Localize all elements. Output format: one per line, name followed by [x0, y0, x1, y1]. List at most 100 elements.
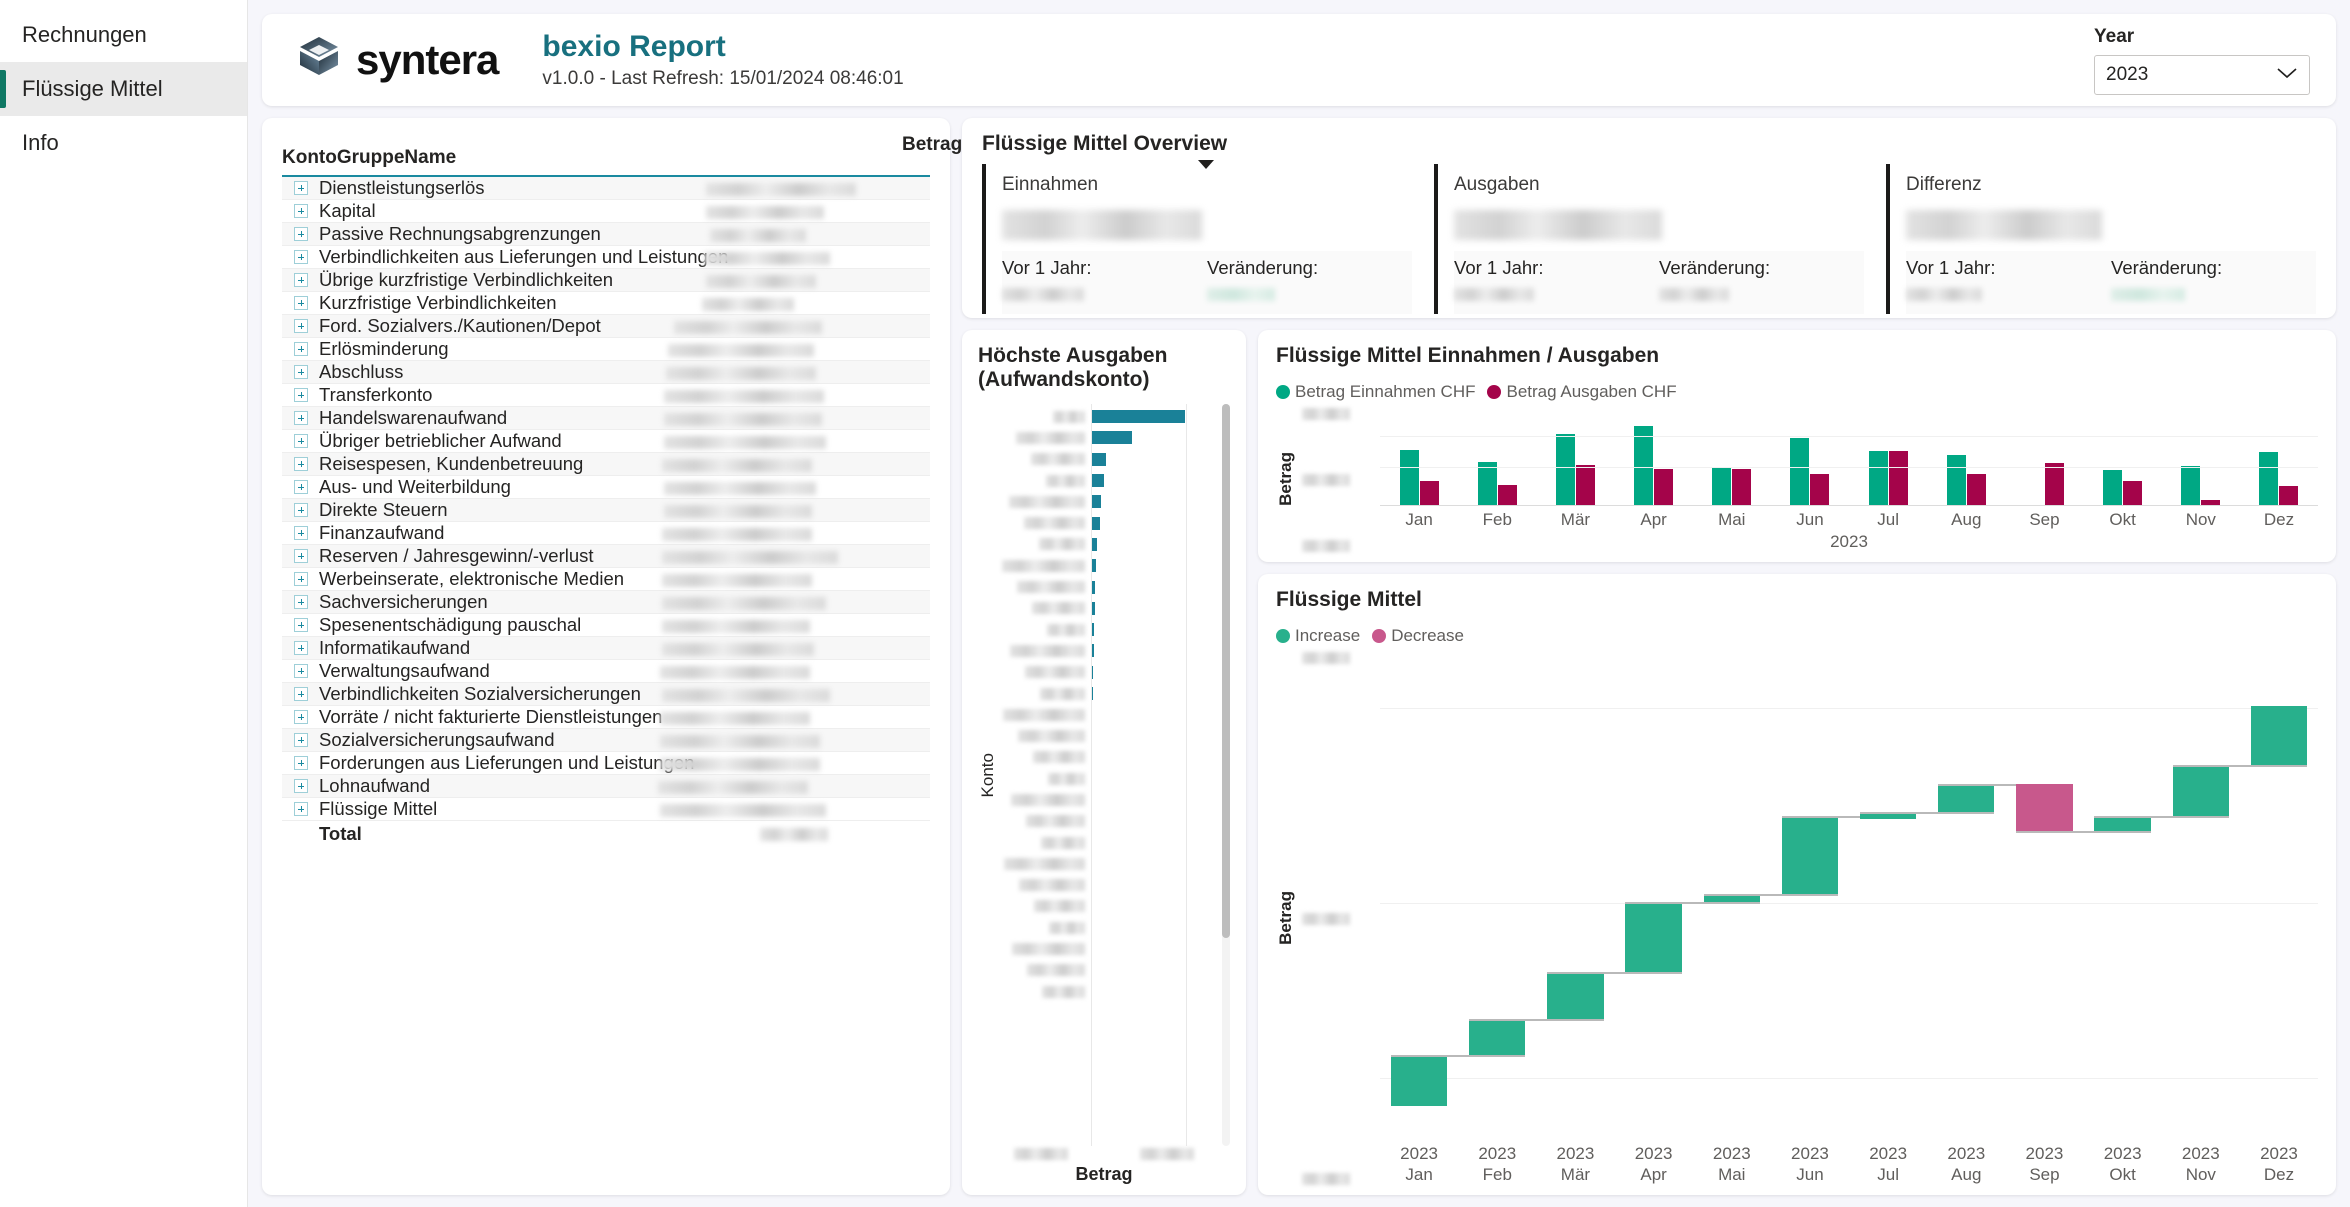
waterfall-bars[interactable]	[1380, 650, 2318, 1137]
kpi-differenz[interactable]: Differenz Vor 1 Jahr: Veränderung:	[1886, 164, 2316, 314]
expand-row-icon[interactable]	[294, 365, 308, 379]
table-row[interactable]: Flüssige Mittel	[282, 797, 930, 821]
table-row[interactable]: Reisespesen, Kundenbetreuung	[282, 452, 930, 476]
waterfall-column[interactable]	[1849, 650, 1927, 1137]
legend-item-ausgaben[interactable]: Betrag Ausgaben CHF	[1487, 382, 1677, 402]
hbar-row[interactable]	[1091, 427, 1230, 448]
bar-ausgaben[interactable]	[1654, 468, 1674, 505]
table-row[interactable]: Ford. Sozialvers./Kautionen/Depot	[282, 314, 930, 338]
bar-group[interactable]	[1615, 406, 1693, 505]
hbar-bar[interactable]	[1091, 494, 1103, 510]
bar-ausgaben[interactable]	[1732, 468, 1752, 505]
table-row[interactable]: Sachversicherungen	[282, 590, 930, 614]
hbar-bar[interactable]	[1091, 473, 1106, 489]
expand-row-icon[interactable]	[294, 687, 308, 701]
bar-einnahmen[interactable]	[1555, 434, 1575, 505]
table-row[interactable]: Transferkonto	[282, 383, 930, 407]
bar-ausgaben[interactable]	[1888, 450, 1908, 505]
table-row[interactable]: Sozialversicherungsaufwand	[282, 728, 930, 752]
bar-group[interactable]	[1458, 406, 1536, 505]
waterfall-bar-increase[interactable]	[2250, 705, 2308, 765]
hbar-bar[interactable]	[1091, 451, 1108, 467]
waterfall-column[interactable]	[2240, 650, 2318, 1137]
bar-einnahmen[interactable]	[1712, 466, 1732, 505]
bar-group[interactable]	[1693, 406, 1771, 505]
bar-group[interactable]	[2005, 406, 2083, 505]
expand-row-icon[interactable]	[294, 411, 308, 425]
table-row[interactable]: Finanzaufwand	[282, 521, 930, 545]
table-row[interactable]: Übriger betrieblicher Aufwand	[282, 429, 930, 453]
bar-einnahmen[interactable]	[1868, 450, 1888, 505]
highest-expenses-scrollbar[interactable]	[1222, 404, 1230, 1146]
waterfall-column[interactable]	[1380, 650, 1458, 1137]
waterfall-column[interactable]	[2084, 650, 2162, 1137]
hbar-row[interactable]	[1091, 534, 1230, 555]
waterfall-bar-increase[interactable]	[1625, 901, 1682, 973]
table-row[interactable]: Direkte Steuern	[282, 498, 930, 522]
hbar-row[interactable]	[1091, 640, 1230, 661]
expand-row-icon[interactable]	[294, 756, 308, 770]
bar-group[interactable]	[2084, 406, 2162, 505]
bar-einnahmen[interactable]	[1634, 425, 1654, 505]
sidebar-item-fluessige-mittel[interactable]: Flüssige Mittel	[0, 62, 247, 116]
table-row[interactable]: Forderungen aus Lieferungen und Leistung…	[282, 751, 930, 775]
expand-row-icon[interactable]	[294, 779, 308, 793]
expand-row-icon[interactable]	[294, 319, 308, 333]
waterfall-bar-increase[interactable]	[1469, 1019, 1526, 1055]
hbar-row[interactable]	[1091, 789, 1230, 810]
table-row[interactable]: Verbindlichkeiten Sozialversicherungen	[282, 682, 930, 706]
hbar-row[interactable]	[1091, 725, 1230, 746]
expand-row-icon[interactable]	[294, 181, 308, 195]
table-row[interactable]: Verwaltungsaufwand	[282, 659, 930, 683]
waterfall-column[interactable]	[1536, 650, 1614, 1137]
expand-row-icon[interactable]	[294, 388, 308, 402]
bar-group[interactable]	[1927, 406, 2005, 505]
waterfall-column[interactable]	[1615, 650, 1693, 1137]
hbar-row[interactable]	[1091, 598, 1230, 619]
table-row[interactable]: Lohnaufwand	[282, 774, 930, 798]
scrollbar-thumb[interactable]	[1222, 404, 1230, 939]
sidebar-item-rechnungen[interactable]: Rechnungen	[0, 8, 247, 62]
expand-row-icon[interactable]	[294, 572, 308, 586]
year-select[interactable]: 2023	[2094, 54, 2310, 95]
table-row[interactable]: Werbeinserate, elektronische Medien	[282, 567, 930, 591]
expand-row-icon[interactable]	[294, 250, 308, 264]
column-header-betrag[interactable]: Betrag	[606, 134, 1214, 177]
bar-group[interactable]	[1380, 406, 1458, 505]
column-header-kontogruppename[interactable]: KontoGruppeName	[282, 134, 606, 177]
hbar-row[interactable]	[1091, 704, 1230, 725]
hbar-row[interactable]	[1091, 406, 1230, 427]
table-row[interactable]: Informatikaufwand	[282, 636, 930, 660]
bar-group[interactable]	[2240, 406, 2318, 505]
table-row[interactable]: Reserven / Jahresgewinn/-verlust	[282, 544, 930, 568]
sidebar-item-info[interactable]: Info	[0, 116, 247, 170]
table-row[interactable]: Verbindlichkeiten aus Lieferungen und Le…	[282, 245, 930, 269]
expand-row-icon[interactable]	[294, 641, 308, 655]
hbar-row[interactable]	[1091, 491, 1230, 512]
hbar-row[interactable]	[1091, 853, 1230, 874]
bar-einnahmen[interactable]	[1477, 462, 1497, 505]
hbar-row[interactable]	[1091, 960, 1230, 981]
bar-einnahmen[interactable]	[2103, 469, 2123, 505]
expand-row-icon[interactable]	[294, 710, 308, 724]
hbar-row[interactable]	[1091, 768, 1230, 789]
highest-expenses-bars[interactable]	[1091, 404, 1230, 1146]
table-row[interactable]: Erlösminderung	[282, 337, 930, 361]
expand-row-icon[interactable]	[294, 664, 308, 678]
kpi-ausgaben[interactable]: Ausgaben Vor 1 Jahr: Veränderung:	[1434, 164, 1864, 314]
table-row[interactable]: Kapital	[282, 199, 930, 223]
bar-ausgaben[interactable]	[1419, 481, 1439, 505]
legend-item-einnahmen[interactable]: Betrag Einnahmen CHF	[1276, 382, 1475, 402]
hbar-row[interactable]	[1091, 832, 1230, 853]
legend-item-decrease[interactable]: Decrease	[1372, 626, 1464, 646]
expand-row-icon[interactable]	[294, 503, 308, 517]
table-row[interactable]: Übrige kurzfristige Verbindlichkeiten	[282, 268, 930, 292]
bar-ausgaben[interactable]	[1810, 474, 1830, 505]
bar-ausgaben[interactable]	[2123, 481, 2143, 505]
hbar-row[interactable]	[1091, 470, 1230, 491]
bar-einnahmen[interactable]	[1946, 455, 1966, 505]
waterfall-column[interactable]	[2005, 650, 2083, 1137]
expand-row-icon[interactable]	[294, 526, 308, 540]
bar-group[interactable]	[2162, 406, 2240, 505]
waterfall-bar-increase[interactable]	[2172, 764, 2229, 816]
